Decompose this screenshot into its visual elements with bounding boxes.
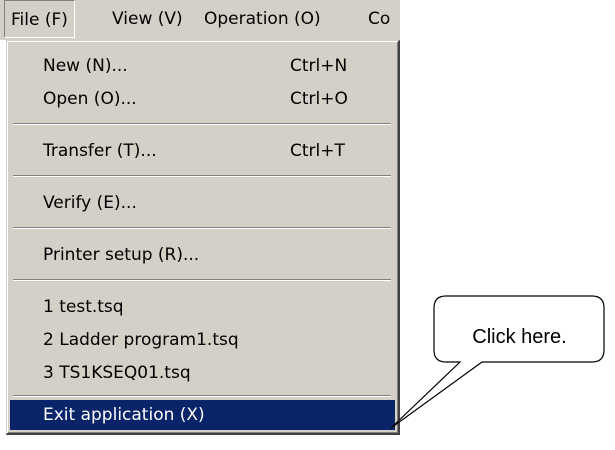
callout-shape: [390, 295, 605, 429]
callout-balloon: [390, 295, 605, 429]
callout-text: Click here.: [472, 326, 567, 348]
